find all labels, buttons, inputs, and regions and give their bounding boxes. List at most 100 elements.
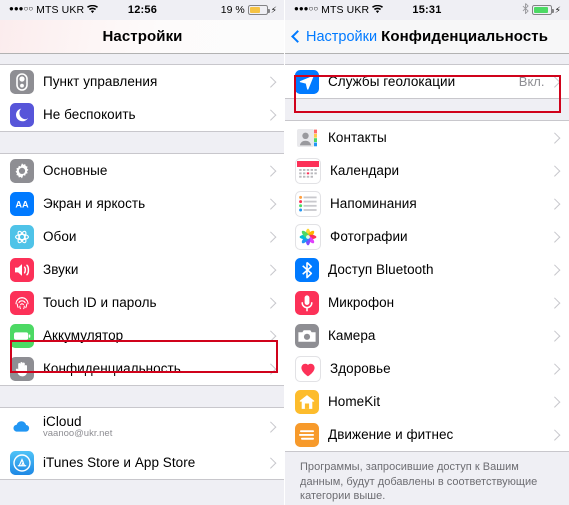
back-button-label: Настройки bbox=[306, 28, 378, 45]
battery-percent-label: 19 % bbox=[220, 4, 245, 16]
left-status-bar: ●●●○○ MTS UKR 12:56 19 % ⚡ bbox=[0, 0, 285, 20]
chevron-right-icon bbox=[548, 132, 560, 143]
list-item-contacts[interactable]: Контакты bbox=[285, 121, 569, 154]
sidebar-item-label: Пункт управления bbox=[43, 74, 158, 89]
sidebar-item-display-brightness[interactable]: AA Экран и яркость bbox=[0, 187, 285, 220]
list-top-gap bbox=[285, 54, 569, 64]
wallpaper-icon bbox=[10, 224, 34, 249]
right-status-left: ●●●○○ MTS UKR bbox=[294, 4, 384, 16]
list-item-label: Фотографии bbox=[330, 229, 408, 244]
screen-divider bbox=[284, 0, 285, 505]
page-title: Настройки bbox=[102, 28, 183, 45]
chevron-right-icon bbox=[264, 264, 276, 275]
chevron-right-icon bbox=[548, 165, 560, 176]
back-button[interactable]: Настройки bbox=[291, 20, 378, 53]
chevron-right-icon bbox=[264, 165, 276, 176]
sounds-icon bbox=[10, 257, 34, 282]
sidebar-item-label: Звуки bbox=[43, 262, 79, 277]
chevron-right-icon bbox=[264, 457, 276, 468]
battery-icon bbox=[10, 323, 34, 348]
sidebar-item-itunes-app-store[interactable]: iTunes Store и App Store bbox=[0, 446, 285, 479]
list-item-calendars[interactable]: Календари bbox=[285, 154, 569, 187]
sidebar-item-touch-id[interactable]: Touch ID и пароль bbox=[0, 286, 285, 319]
sidebar-item-label: iCloud vaanoo@ukr.net bbox=[43, 414, 267, 439]
list-item-label: Камера bbox=[328, 328, 376, 343]
list-item-label: Микрофон bbox=[328, 295, 395, 310]
right-status-right: ⚡ bbox=[522, 3, 561, 17]
right-status-bar: ●●●○○ MTS UKR 15:31 ⚡ bbox=[285, 0, 569, 20]
chevron-right-icon bbox=[548, 363, 560, 374]
sidebar-item-label: Экран и яркость bbox=[43, 196, 146, 211]
photos-icon bbox=[295, 223, 321, 250]
camera-icon bbox=[295, 323, 319, 348]
location-services-group: Службы геолокации Вкл. bbox=[285, 64, 569, 99]
sidebar-item-label: iTunes Store и App Store bbox=[43, 455, 196, 470]
list-item-label: Напоминания bbox=[330, 196, 417, 211]
list-item-health[interactable]: Здоровье bbox=[285, 352, 569, 385]
sidebar-item-battery[interactable]: Аккумулятор bbox=[0, 319, 285, 352]
reminders-icon bbox=[295, 190, 321, 217]
list-item-location-services[interactable]: Службы геолокации Вкл. bbox=[285, 65, 569, 98]
chevron-right-icon bbox=[548, 330, 560, 341]
chevron-right-icon bbox=[264, 198, 276, 209]
list-item-label: Доступ Bluetooth bbox=[328, 262, 434, 277]
right-privacy-list[interactable]: Службы геолокации Вкл. Контакты Календар… bbox=[285, 54, 569, 505]
location-services-value: Вкл. bbox=[518, 74, 545, 89]
chevron-right-icon bbox=[264, 330, 276, 341]
list-item-camera[interactable]: Камера bbox=[285, 319, 569, 352]
sidebar-item-do-not-disturb[interactable]: Не беспокоить bbox=[0, 98, 285, 131]
sidebar-item-label: Не беспокоить bbox=[43, 107, 136, 122]
sidebar-item-label: Touch ID и пароль bbox=[43, 295, 157, 310]
motion-fitness-icon bbox=[295, 422, 319, 447]
sidebar-item-sounds[interactable]: Звуки bbox=[0, 253, 285, 286]
list-item-label: Движение и фитнес bbox=[328, 427, 454, 442]
sidebar-item-control-center[interactable]: Пункт управления bbox=[0, 65, 285, 98]
health-icon bbox=[295, 355, 321, 382]
sidebar-item-icloud[interactable]: iCloud vaanoo@ukr.net bbox=[0, 408, 285, 446]
list-item-motion-fitness[interactable]: Движение и фитнес bbox=[285, 418, 569, 451]
sidebar-item-privacy[interactable]: Конфиденциальность bbox=[0, 352, 285, 385]
microphone-icon bbox=[295, 290, 319, 315]
calendar-icon bbox=[295, 157, 321, 184]
list-item-microphone[interactable]: Микрофон bbox=[285, 286, 569, 319]
page-title: Конфиденциальность bbox=[381, 28, 549, 45]
svg-text:AA: AA bbox=[15, 199, 29, 209]
icloud-icon bbox=[10, 415, 34, 439]
settings-group-2: Основные AA Экран и яркость Обои Звуки T… bbox=[0, 153, 285, 386]
left-phone-screen: ●●●○○ MTS UKR 12:56 19 % ⚡ Настройки Пун… bbox=[0, 0, 285, 505]
sidebar-item-label: Основные bbox=[43, 163, 108, 178]
wifi-icon bbox=[87, 4, 99, 17]
chevron-right-icon bbox=[548, 297, 560, 308]
chevron-right-icon bbox=[264, 109, 276, 120]
fingerprint-icon bbox=[10, 290, 34, 315]
sidebar-item-wallpaper[interactable]: Обои bbox=[0, 220, 285, 253]
sidebar-item-general[interactable]: Основные bbox=[0, 154, 285, 187]
charging-bolt-icon: ⚡ bbox=[270, 4, 277, 15]
chevron-right-icon bbox=[548, 264, 560, 275]
icloud-account-email: vaanoo@ukr.net bbox=[43, 427, 113, 439]
chevron-right-icon bbox=[264, 363, 276, 374]
left-nav-bar: Настройки bbox=[0, 20, 285, 54]
group-gap-1 bbox=[285, 99, 569, 120]
contacts-icon bbox=[295, 125, 319, 150]
sidebar-item-label: Конфиденциальность bbox=[43, 361, 181, 376]
left-settings-list[interactable]: Пункт управления Не беспокоить Основные … bbox=[0, 54, 285, 505]
location-services-icon bbox=[295, 69, 319, 94]
carrier-label: MTS UKR bbox=[321, 4, 370, 16]
list-item-photos[interactable]: Фотографии bbox=[285, 220, 569, 253]
privacy-categories-group: Контакты Календари Напоминания Фотографи… bbox=[285, 120, 569, 452]
privacy-hand-icon bbox=[10, 356, 34, 381]
list-item-label: Здоровье bbox=[330, 361, 391, 376]
control-center-icon bbox=[10, 69, 34, 94]
sidebar-item-label: Аккумулятор bbox=[43, 328, 124, 343]
bluetooth-icon bbox=[295, 257, 319, 282]
list-item-homekit[interactable]: HomeKit bbox=[285, 385, 569, 418]
battery-icon bbox=[247, 5, 270, 15]
chevron-right-icon bbox=[264, 231, 276, 242]
list-top-gap bbox=[0, 54, 285, 64]
chevron-right-icon bbox=[264, 421, 276, 433]
list-item-reminders[interactable]: Напоминания bbox=[285, 187, 569, 220]
list-item-bluetooth-sharing[interactable]: Доступ Bluetooth bbox=[285, 253, 569, 286]
group-gap-2 bbox=[0, 386, 285, 407]
chevron-right-icon bbox=[548, 231, 560, 242]
